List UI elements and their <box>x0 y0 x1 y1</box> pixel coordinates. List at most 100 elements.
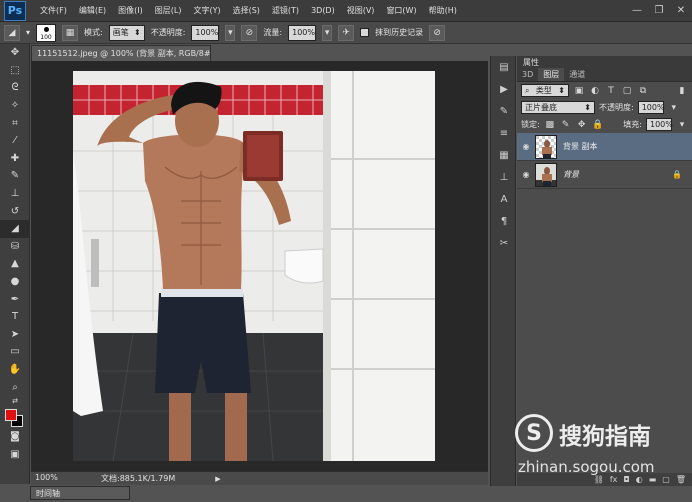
panel-icon-strip: ▤ ▶ ✎ ≡ ▦ ⊥ A ¶ ✂ <box>490 56 516 486</box>
paragraph-panel-icon[interactable]: ¶ <box>491 210 517 232</box>
brush-presets-panel-icon[interactable]: ✎ <box>491 100 517 122</box>
eye-icon[interactable]: ◉ <box>517 142 535 151</box>
actions-panel-icon[interactable]: ▶ <box>491 78 517 100</box>
properties-header[interactable]: 属性 <box>517 56 692 68</box>
timeline-tab[interactable]: 时间轴 <box>30 486 130 500</box>
mode-select[interactable]: 画笔 ⬍ <box>108 24 145 41</box>
brush-panel-icon[interactable]: ▦ <box>62 24 79 41</box>
brush-tool-icon[interactable]: ✎ <box>0 167 30 185</box>
preset-dropdown-arrow-icon[interactable]: ▾ <box>26 28 30 37</box>
opacity-arrow-icon[interactable]: ▾ <box>668 102 680 114</box>
swap-colors-icon[interactable]: ⇄ <box>0 396 30 406</box>
character-panel-icon[interactable]: A <box>491 188 517 210</box>
fill-input[interactable]: 100% <box>646 118 673 131</box>
airbrush-icon[interactable]: ✈ <box>338 24 355 41</box>
fill-label: 填充: <box>623 120 642 129</box>
path-selection-tool-icon[interactable]: ➤ <box>0 326 30 344</box>
menu-window[interactable]: 窗口(W) <box>380 5 422 16</box>
document-photo[interactable] <box>73 71 435 461</box>
pressure-opacity-icon[interactable]: ⊘ <box>241 24 258 41</box>
menu-view[interactable]: 视图(V) <box>341 5 381 16</box>
eyedropper-tool-icon[interactable]: ⁄ <box>0 132 30 150</box>
menu-layer[interactable]: 图层(L) <box>149 5 188 16</box>
lasso-tool-icon[interactable]: ᘓ <box>0 79 30 97</box>
lock-position-icon[interactable]: ✥ <box>576 119 588 131</box>
filter-shape-icon[interactable]: ▢ <box>621 85 633 97</box>
flow-input[interactable]: 100% <box>288 24 317 41</box>
menu-3d[interactable]: 3D(D) <box>305 6 341 15</box>
blend-mode-select[interactable]: 正片叠底 ⬍ <box>521 101 595 114</box>
paint-bucket-tool-icon[interactable]: ⛁ <box>0 238 30 256</box>
history-panel-icon[interactable]: ▤ <box>491 56 517 78</box>
eraser-tool-preset-icon[interactable]: ◢ <box>4 24 20 41</box>
tab-layers[interactable]: 图层 <box>538 68 565 81</box>
move-tool-icon[interactable]: ✥ <box>0 44 30 62</box>
blur-tool-icon[interactable]: ▲ <box>0 255 30 273</box>
clone-stamp-tool-icon[interactable]: ⊥ <box>0 185 30 203</box>
flow-dropdown-arrow-icon[interactable]: ▾ <box>322 24 333 41</box>
document-tab[interactable]: 11151512.jpeg @ 100% (背景 副本, RGB/8#) * <box>31 45 211 61</box>
opacity-input[interactable]: 100% <box>191 24 220 41</box>
swatches-panel-icon[interactable]: ▦ <box>491 144 517 166</box>
search-icon: ⌕ <box>525 85 530 95</box>
lock-image-icon[interactable]: ✎ <box>560 119 572 131</box>
filter-pixel-icon[interactable]: ▣ <box>573 85 585 97</box>
lock-all-icon[interactable]: 🔒 <box>592 119 604 131</box>
filter-toggle-icon[interactable]: ▮ <box>676 85 688 97</box>
hand-tool-icon[interactable]: ✋ <box>0 361 30 379</box>
clone-source-panel-icon[interactable]: ⊥ <box>491 166 517 188</box>
zoom-level[interactable]: 100% <box>31 473 65 485</box>
close-icon[interactable]: ✕ <box>674 3 688 17</box>
pressure-size-icon[interactable]: ⊘ <box>429 24 446 41</box>
brush-size-picker[interactable]: 100 <box>36 23 57 42</box>
healing-brush-tool-icon[interactable]: ✚ <box>0 150 30 168</box>
layer-opacity-input[interactable]: 100% <box>637 101 665 114</box>
lock-transparent-icon[interactable]: ▩ <box>544 119 556 131</box>
menu-select[interactable]: 选择(S) <box>227 5 266 16</box>
menu-bar: Ps 文件(F) 编辑(E) 图像(I) 图层(L) 文字(Y) 选择(S) 滤… <box>0 0 692 22</box>
fill-value: 100% <box>650 120 673 129</box>
screen-mode-icon[interactable]: ▣ <box>0 445 30 463</box>
document-tab-title: 11151512.jpeg @ 100% (背景 副本, RGB/8#) * <box>37 49 211 58</box>
fill-arrow-icon[interactable]: ▾ <box>676 119 688 131</box>
eraser-tool-icon[interactable]: ◢ <box>0 219 30 238</box>
status-menu-arrow-icon[interactable]: ▶ <box>215 475 220 483</box>
tab-3d[interactable]: 3D <box>517 68 538 81</box>
eye-icon[interactable]: ◉ <box>517 170 535 179</box>
menu-help[interactable]: 帮助(H) <box>423 5 463 16</box>
menu-filter[interactable]: 滤镜(T) <box>266 5 305 16</box>
menu-image[interactable]: 图像(I) <box>112 5 149 16</box>
rectangle-tool-icon[interactable]: ▭ <box>0 343 30 361</box>
tools-presets-panel-icon[interactable]: ✂ <box>491 232 517 254</box>
layer-row[interactable]: ◉ 背景 🔒 <box>517 161 692 189</box>
dodge-tool-icon[interactable]: ● <box>0 273 30 291</box>
adjustments-panel-icon[interactable]: ≡ <box>491 122 517 144</box>
erase-history-label: 抹到历史记录 <box>375 28 424 37</box>
erase-history-checkbox[interactable] <box>360 28 370 37</box>
filter-adjustment-icon[interactable]: ◐ <box>589 85 601 97</box>
chevron-down-icon: ⬍ <box>134 28 141 37</box>
tab-channels[interactable]: 通道 <box>564 68 590 81</box>
zoom-tool-icon[interactable]: ⌕ <box>0 378 30 396</box>
history-brush-tool-icon[interactable]: ↺ <box>0 202 30 220</box>
timeline-label: 时间轴 <box>36 488 60 498</box>
quick-mask-icon[interactable]: ◙ <box>0 428 30 446</box>
layer-filter-row: ⌕ 类型 ⬍ ▣ ◐ T ▢ ⧉ ▮ <box>517 82 692 99</box>
foreground-color-swatch[interactable] <box>5 408 17 421</box>
type-tool-icon[interactable]: T <box>0 308 30 326</box>
filter-smart-object-icon[interactable]: ⧉ <box>637 85 649 97</box>
opacity-dropdown-arrow-icon[interactable]: ▾ <box>225 24 236 41</box>
layer-filter-select[interactable]: ⌕ 类型 ⬍ <box>521 84 569 97</box>
restore-icon[interactable]: ❐ <box>652 3 666 17</box>
pen-tool-icon[interactable]: ✒ <box>0 290 30 308</box>
crop-tool-icon[interactable]: ⌗ <box>0 114 30 132</box>
menu-edit[interactable]: 编辑(E) <box>73 5 112 16</box>
marquee-tool-icon[interactable]: ⬚ <box>0 62 30 80</box>
minimize-icon[interactable]: — <box>630 3 644 17</box>
layer-opacity-value: 100% <box>641 103 665 112</box>
menu-file[interactable]: 文件(F) <box>34 5 73 16</box>
layer-row[interactable]: ◉ 背景 副本 <box>517 133 692 161</box>
menu-type[interactable]: 文字(Y) <box>187 5 226 16</box>
filter-type-icon[interactable]: T <box>605 85 617 97</box>
magic-wand-tool-icon[interactable]: ✧ <box>0 97 30 115</box>
